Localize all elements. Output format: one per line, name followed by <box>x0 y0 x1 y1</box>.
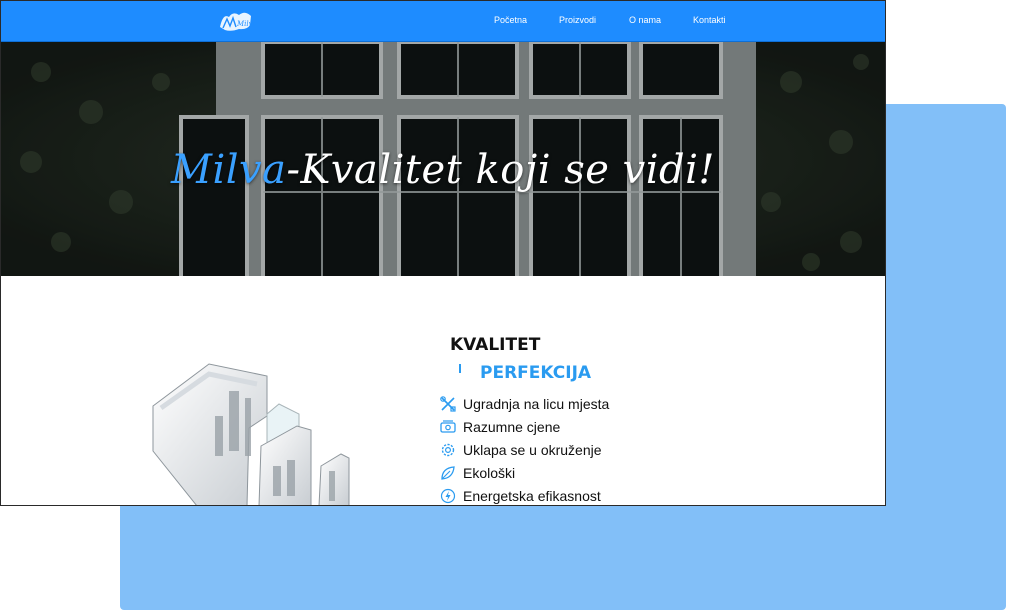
pvc-profile-graphic <box>152 363 350 505</box>
feature-item: Energetska efikasnost <box>439 487 679 505</box>
feature-label: Energetska efikasnost <box>463 488 601 504</box>
energy-icon <box>440 488 456 504</box>
logo-graphic: Milva <box>220 12 257 31</box>
nav-pocetna[interactable]: Početna <box>494 15 527 25</box>
money-icon <box>440 420 456 433</box>
leaf-icon <box>441 466 455 480</box>
feature-item: Ugradnja na licu mjesta <box>439 395 679 413</box>
browser-viewport: Milva Početna Proizvodi O nama Kontakti <box>0 0 886 506</box>
nav-o-nama[interactable]: O nama <box>629 15 661 25</box>
feature-item: Ekološki <box>439 464 679 482</box>
hero-title-rest: -Kvalitet koji se vidi! <box>286 147 715 193</box>
logo-text: Milva <box>236 20 255 28</box>
hero-title-accent: Milva <box>171 147 287 193</box>
feature-item: Razumne cjene <box>439 418 679 436</box>
nav-proizvodi[interactable]: Proizvodi <box>559 15 596 25</box>
hero-title: Milva-Kvalitet koji se vidi! <box>1 147 885 193</box>
heading-kvalitet: KVALITET <box>450 335 541 355</box>
nav-kontakti[interactable]: Kontakti <box>693 15 726 25</box>
heading-accent-mark <box>459 364 461 373</box>
hero-banner: Milva-Kvalitet koji se vidi! <box>1 42 885 276</box>
feature-label: Ugradnja na licu mjesta <box>463 396 610 412</box>
gear-icon <box>441 443 455 457</box>
feature-label: Ekološki <box>463 465 516 481</box>
milva-logo[interactable]: Milva <box>217 7 257 35</box>
heading-perfekcija: PERFEKCIJA <box>480 363 592 383</box>
window-profile-image <box>149 356 379 505</box>
top-navbar: Milva Početna Proizvodi O nama Kontakti <box>1 1 885 42</box>
tools-icon <box>440 396 456 412</box>
feature-label: Razumne cjene <box>463 419 561 435</box>
feature-item: Uklapa se u okruženje <box>439 441 679 459</box>
feature-label: Uklapa se u okruženje <box>463 442 602 458</box>
